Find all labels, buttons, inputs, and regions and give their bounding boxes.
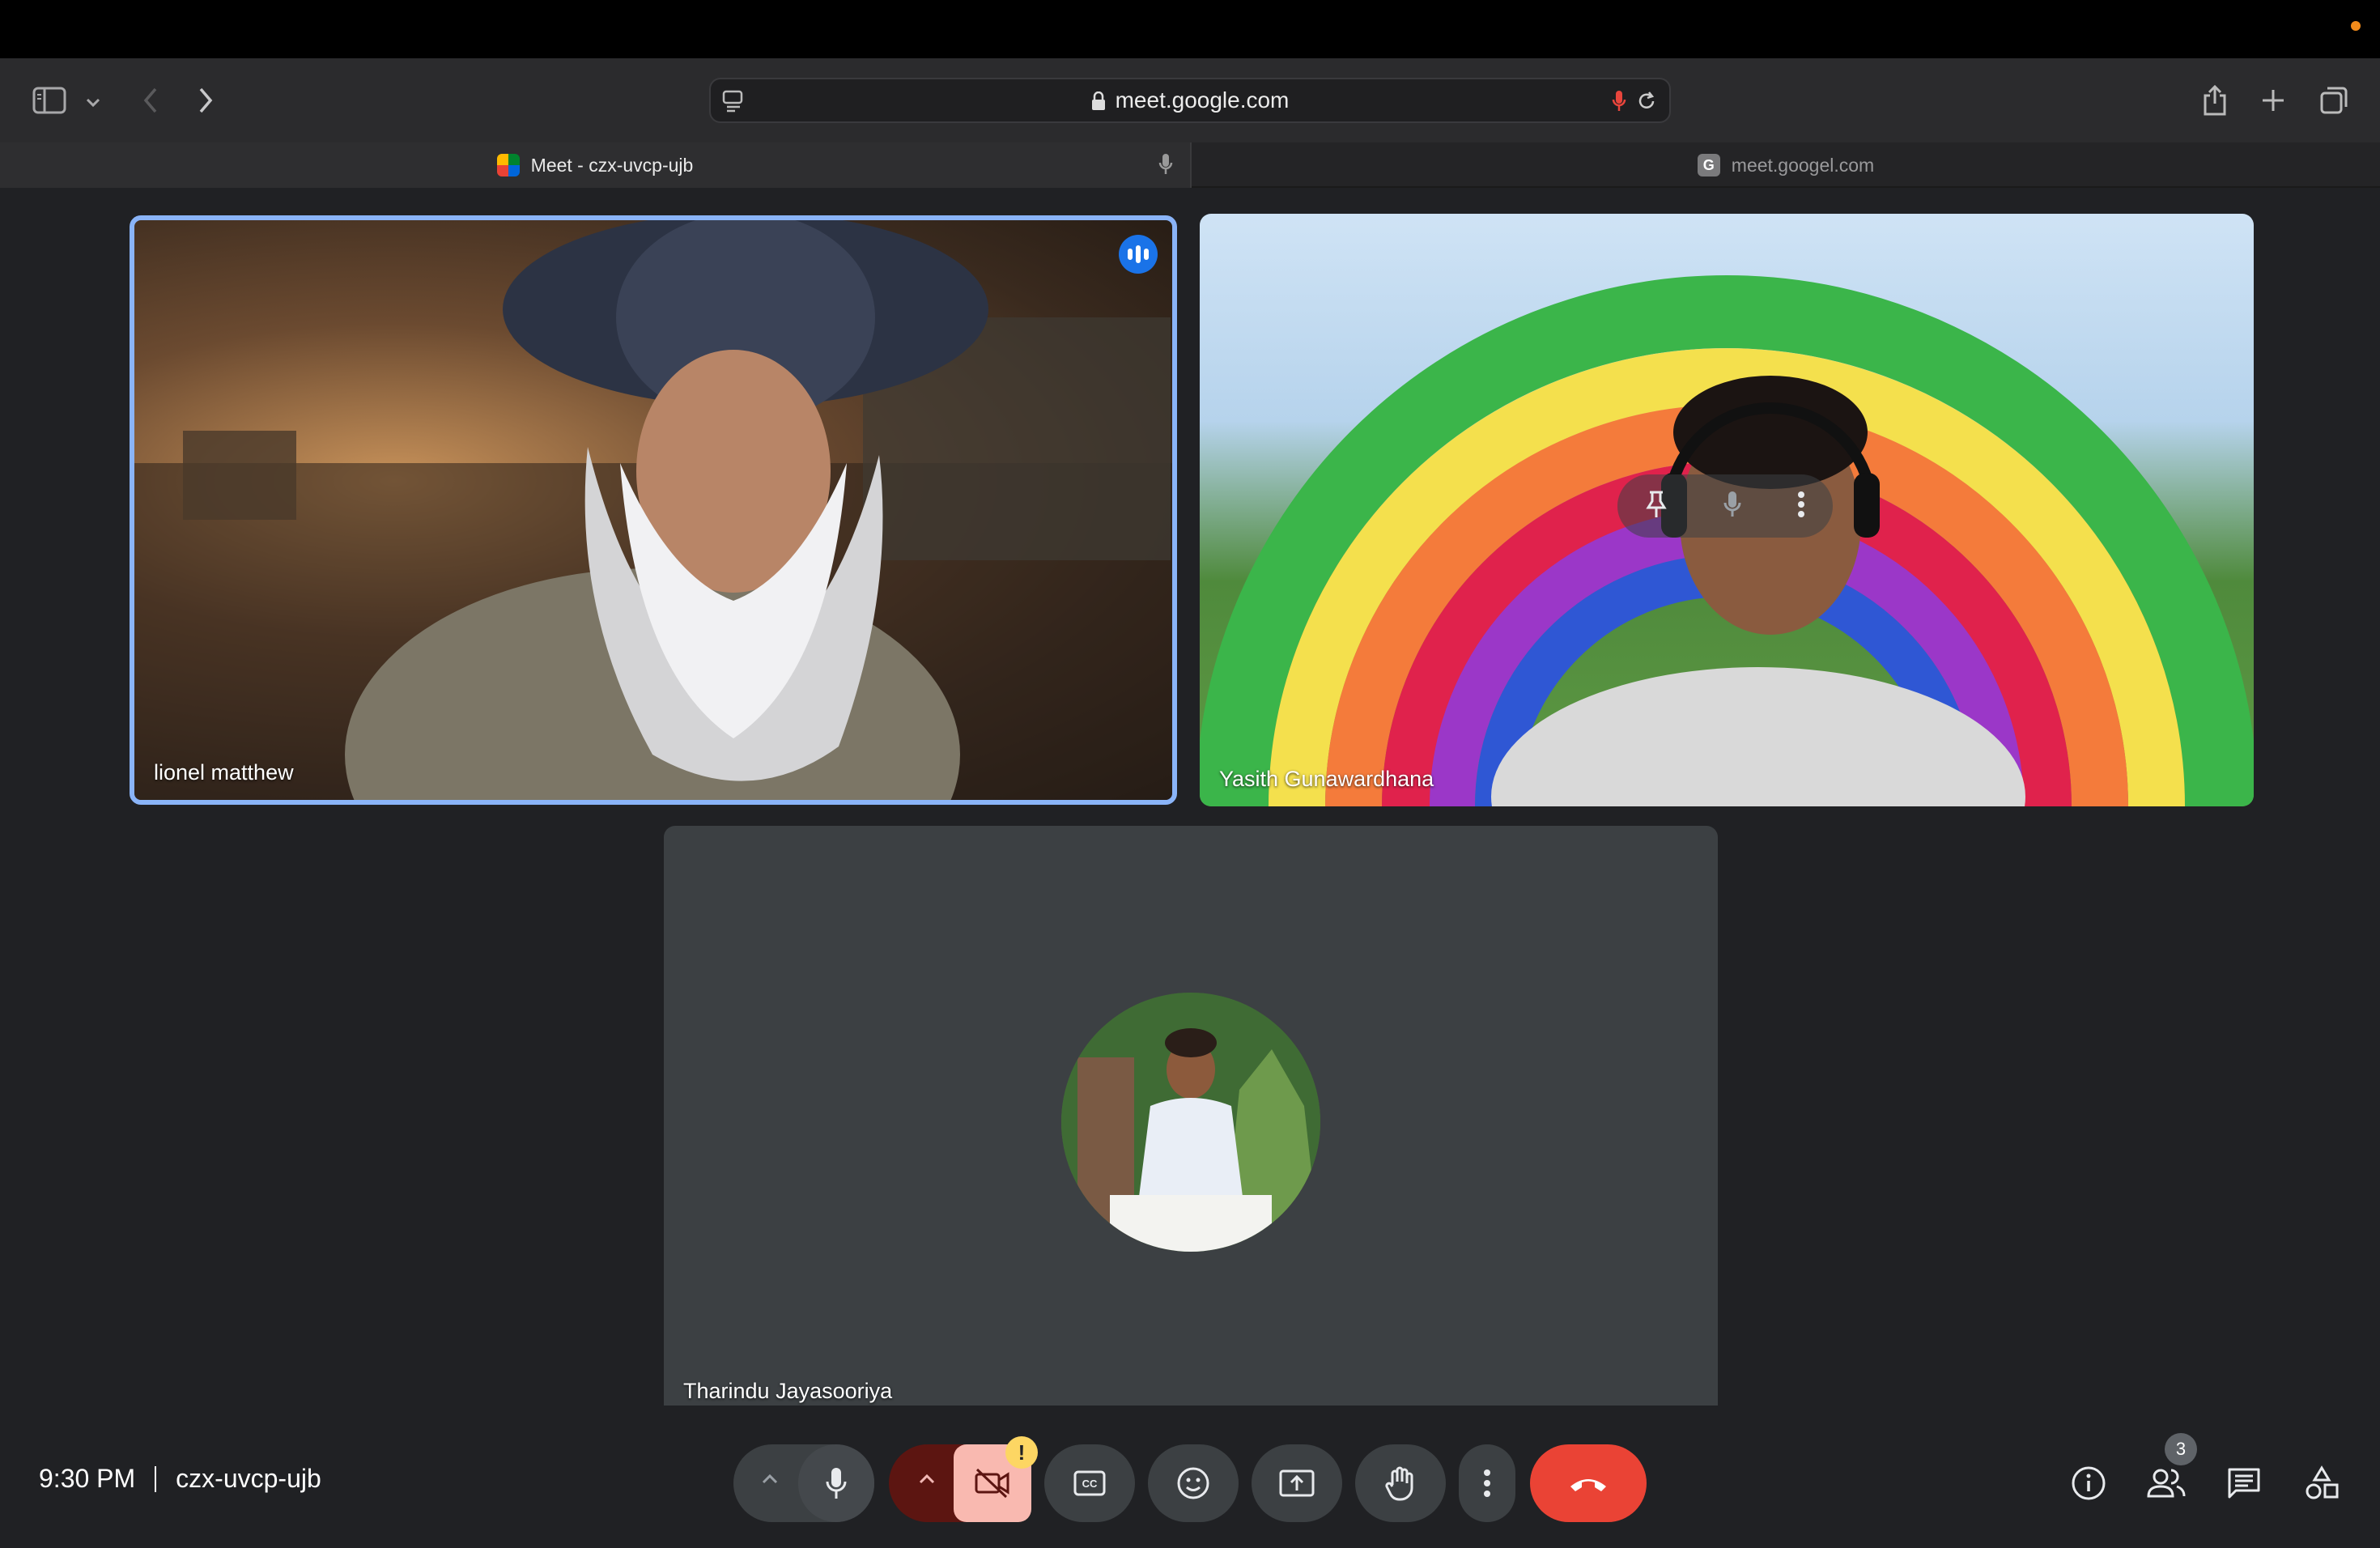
end-call-icon (1570, 1479, 1606, 1491)
camera-off-icon (975, 1468, 1009, 1499)
page-menu-icon[interactable] (722, 89, 745, 117)
leave-call-button[interactable] (1530, 1444, 1647, 1522)
menu-bar (0, 0, 2380, 58)
participant-tile[interactable]: Yasith Gunawardhana (1200, 214, 2254, 806)
pin-icon[interactable] (1645, 490, 1668, 523)
microphone-control-group (733, 1444, 874, 1522)
raise-hand-button[interactable] (1355, 1444, 1446, 1522)
info-icon (2072, 1466, 2106, 1500)
url-text: meet.google.com (1115, 87, 1290, 113)
video-settings-chevron-icon[interactable] (918, 1474, 936, 1489)
g-favicon-icon: G (1697, 154, 1720, 176)
audio-settings-chevron-icon[interactable] (761, 1474, 779, 1489)
participant-tile[interactable]: Tharindu Jayasooriya (664, 826, 1718, 1418)
chat-button[interactable] (2215, 1454, 2273, 1512)
more-vertical-icon (1484, 1469, 1490, 1497)
activities-button[interactable] (2293, 1454, 2351, 1512)
forward-icon[interactable] (191, 84, 220, 117)
participant-name: Yasith Gunawardhana (1219, 767, 1434, 791)
more-options-button[interactable] (1459, 1444, 1515, 1522)
current-time: 9:30 PM (39, 1464, 136, 1493)
people-button[interactable]: 3 (2137, 1433, 2197, 1512)
emoji-icon (1177, 1467, 1209, 1499)
participant-count-badge: 3 (2165, 1433, 2197, 1465)
address-bar[interactable]: meet.google.com (709, 78, 1671, 123)
lock-icon (1091, 91, 1106, 110)
camera-control-group: ! (889, 1436, 1038, 1522)
microphone-button[interactable] (798, 1444, 874, 1522)
reload-icon[interactable] (1635, 89, 1658, 117)
tile-hover-controls (1617, 474, 1833, 538)
divider (155, 1465, 157, 1492)
present-screen-button[interactable] (1252, 1444, 1342, 1522)
meeting-code: czx-uvcp-ujb (176, 1464, 321, 1493)
present-screen-icon (1279, 1469, 1315, 1497)
closed-captions-icon: CC (1073, 1470, 1106, 1496)
more-options-icon[interactable] (1797, 490, 1805, 523)
tab-microphone-icon[interactable] (1158, 152, 1174, 181)
back-icon[interactable] (136, 84, 165, 117)
microphone-in-use-icon[interactable] (1611, 89, 1627, 117)
tab-meet[interactable]: Meet - czx-uvcp-ujb (0, 142, 1190, 188)
avatar (1061, 993, 1320, 1252)
share-icon[interactable] (2199, 83, 2231, 118)
tab-googel[interactable]: G meet.googel.com (1190, 142, 2380, 188)
camera-warning-badge: ! (1005, 1436, 1038, 1469)
participant-name: lionel matthew (154, 760, 294, 785)
recording-indicator-icon (2351, 21, 2361, 31)
speaking-indicator-icon (1119, 235, 1158, 274)
tab-title: Meet - czx-uvcp-ujb (530, 154, 694, 176)
meeting-details-button[interactable] (2059, 1454, 2118, 1512)
meeting-stage: lionel matthew Yasith Gunawardhana Thari… (0, 188, 2380, 1548)
raise-hand-icon (1385, 1466, 1413, 1501)
mute-participant-icon[interactable] (1723, 490, 1742, 523)
participant-tile[interactable]: lionel matthew (130, 215, 1177, 805)
captions-button[interactable]: CC (1044, 1444, 1135, 1522)
meeting-info: 9:30 PM czx-uvcp-ujb (39, 1464, 321, 1494)
call-controls-bar: 9:30 PM czx-uvcp-ujb ! CC 3 (0, 1406, 2380, 1548)
participant-video (134, 220, 1172, 800)
people-icon (2147, 1469, 2186, 1498)
svg-text:CC: CC (1082, 1478, 1098, 1490)
reactions-button[interactable] (1148, 1444, 1239, 1522)
chat-icon (2228, 1468, 2260, 1499)
google-meet-icon (496, 154, 520, 176)
tab-strip: Meet - czx-uvcp-ujb G meet.googel.com (0, 142, 2380, 188)
tab-title: meet.googel.com (1731, 154, 1875, 176)
browser-toolbar: meet.google.com (0, 58, 2380, 142)
activities-icon (2306, 1465, 2339, 1499)
microphone-icon (826, 1468, 847, 1499)
new-tab-icon[interactable] (2257, 84, 2289, 117)
tab-overview-icon[interactable] (2317, 83, 2351, 118)
participant-name: Tharindu Jayasooriya (683, 1379, 893, 1403)
chevron-down-icon[interactable] (81, 91, 105, 115)
sidebar-toggle-icon[interactable] (31, 84, 68, 117)
